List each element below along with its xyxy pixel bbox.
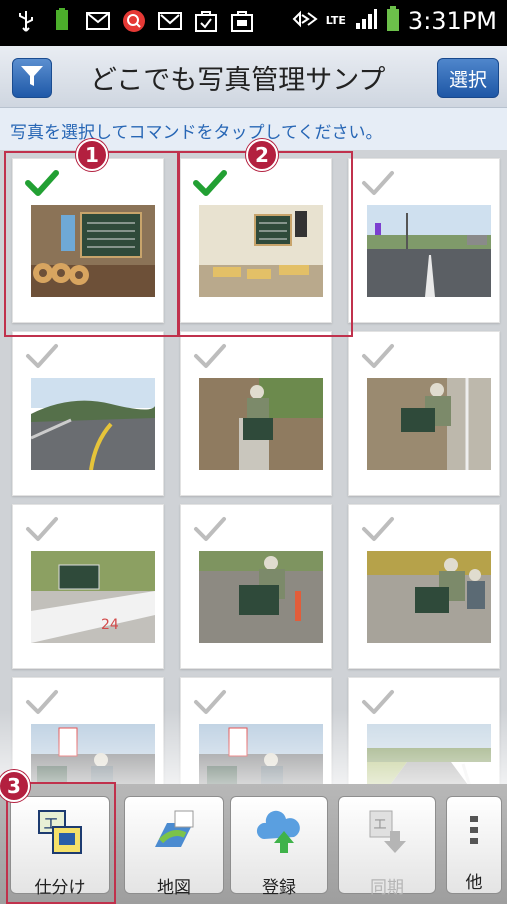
photo-thumbnail <box>199 378 323 470</box>
status-bar: LTE 3:31PM <box>0 0 507 46</box>
selection-frame-3 <box>6 782 116 904</box>
network-type: LTE <box>325 14 346 27</box>
photo-cell[interactable] <box>348 331 500 496</box>
battery-icon <box>386 6 400 36</box>
unselected-check-icon <box>26 517 58 541</box>
photo-cell[interactable] <box>348 158 500 323</box>
photo-thumbnail <box>31 378 155 470</box>
photo-thumbnail <box>199 551 323 643</box>
svg-text:エ: エ <box>373 817 387 833</box>
more-button[interactable]: 他 <box>446 796 502 894</box>
photo-cell[interactable] <box>348 504 500 669</box>
register-button[interactable]: 登録 <box>230 796 328 898</box>
svg-text:24: 24 <box>101 617 119 633</box>
unselected-check-icon <box>362 517 394 541</box>
photo-thumbnail <box>367 378 491 470</box>
photo-cell[interactable] <box>180 331 332 496</box>
map-label: 地図 <box>157 878 191 898</box>
select-button[interactable]: 選択 <box>437 58 499 98</box>
title-bar: どこでも写真管理サンプ 選択 <box>0 46 507 108</box>
clock: 3:31PM <box>407 7 497 35</box>
search-app-icon <box>122 9 146 33</box>
more-label: 他 <box>465 873 483 893</box>
photo-cell[interactable] <box>12 331 164 496</box>
battery-100-icon <box>50 8 74 33</box>
unselected-check-icon <box>194 344 226 368</box>
nfc-icon <box>292 9 318 33</box>
unselected-check-icon <box>26 690 58 714</box>
unselected-check-icon <box>194 517 226 541</box>
unselected-check-icon <box>362 171 394 195</box>
cloud-upload-icon <box>256 809 302 855</box>
unselected-check-icon <box>362 690 394 714</box>
selection-frame-2 <box>178 151 353 337</box>
bag-check-icon <box>194 9 218 33</box>
photo-thumbnail <box>367 551 491 643</box>
gmail-icon <box>158 9 182 33</box>
unselected-check-icon <box>26 344 58 368</box>
callout-badge-1: 1 <box>76 139 108 171</box>
register-label: 登録 <box>262 878 296 898</box>
unselected-check-icon <box>362 344 394 368</box>
sync-label: 同期 <box>370 878 404 898</box>
photo-thumbnail <box>367 205 491 297</box>
photo-cell[interactable] <box>180 504 332 669</box>
usb-icon <box>14 9 38 33</box>
more-icon <box>451 809 497 850</box>
sync-icon: エ <box>364 809 410 855</box>
notification-icons <box>14 8 254 33</box>
callout-badge-2: 2 <box>246 139 278 171</box>
bag-icon <box>230 9 254 33</box>
selection-frame-1 <box>4 151 179 337</box>
sync-button[interactable]: エ 同期 <box>338 796 436 898</box>
unselected-check-icon <box>194 690 226 714</box>
mail-icon <box>86 9 110 33</box>
signal-icon <box>354 7 378 35</box>
map-button[interactable]: 地図 <box>124 796 224 898</box>
photo-cell[interactable]: 24 <box>12 504 164 669</box>
page-title: どこでも写真管理サンプ <box>90 65 386 96</box>
photo-thumbnail: 24 <box>31 551 155 643</box>
filter-icon <box>19 63 45 93</box>
filter-button[interactable] <box>12 58 52 98</box>
map-icon <box>151 809 197 855</box>
